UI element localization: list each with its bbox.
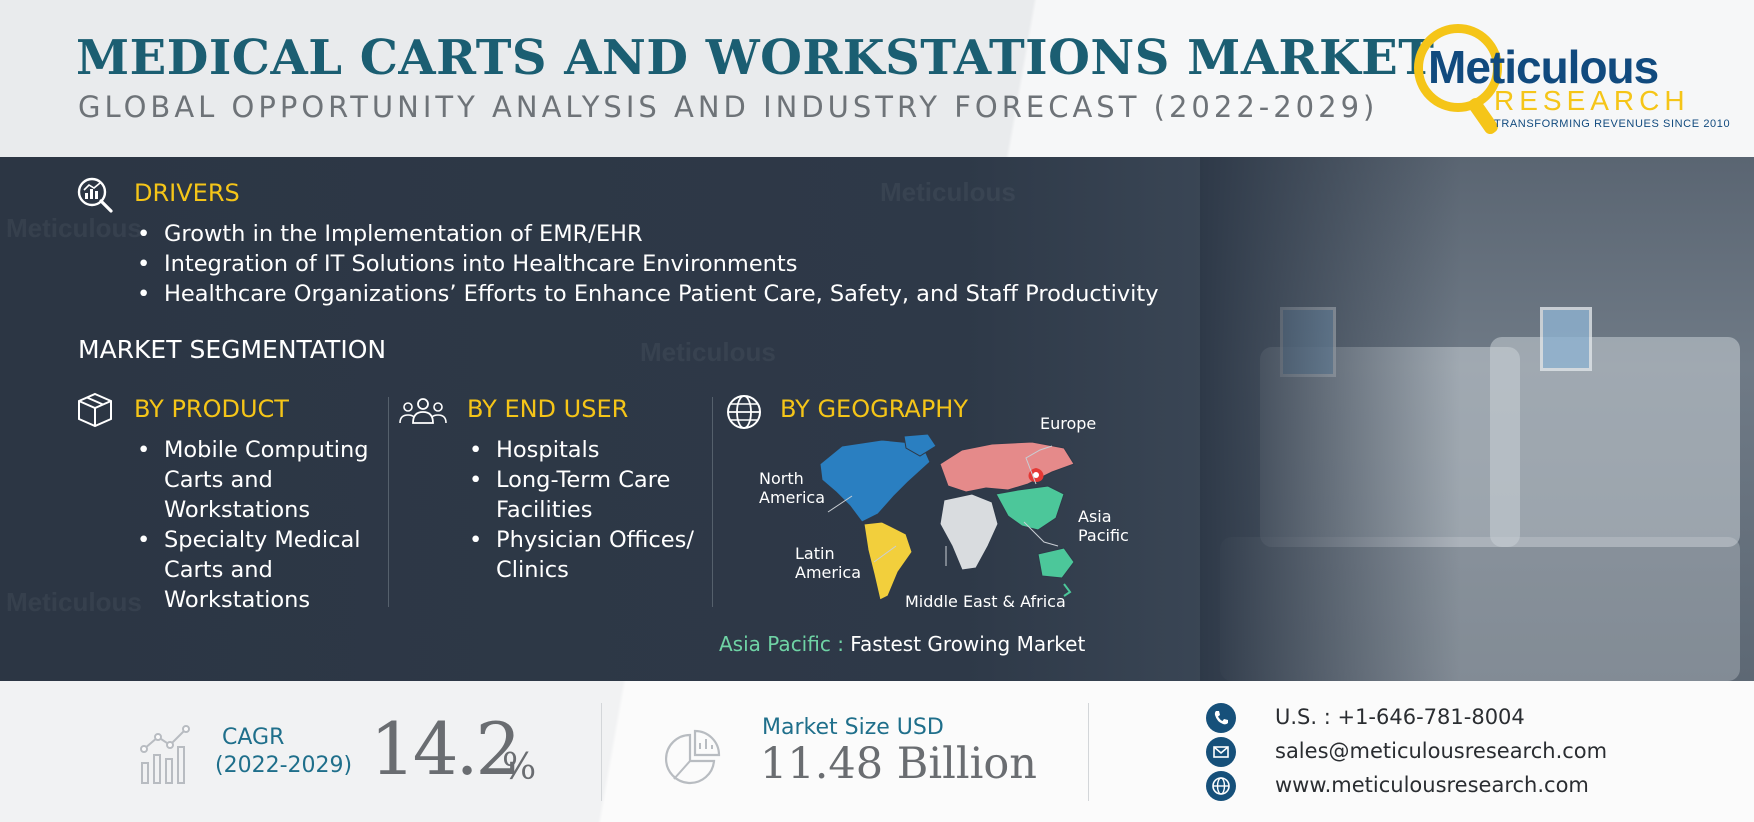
europe-label: Europe [1040, 414, 1097, 433]
list-item: Growth in the Implementation of EMR/EHR [134, 219, 1194, 249]
by-geography-heading: BY GEOGRAPHY [780, 395, 968, 423]
box-icon [78, 392, 112, 428]
by-product-heading: BY PRODUCT [134, 395, 289, 423]
list-item: Long-Term Care Facilities [466, 465, 716, 525]
infographic: MEDICAL CARTS AND WORKSTATIONS MARKET GL… [0, 0, 1754, 822]
people-icon [399, 398, 447, 424]
list-item: Healthcare Organizations’ Efforts to Enh… [134, 279, 1194, 309]
north-america-label: North America [759, 469, 825, 507]
mea-label: Middle East & Africa [905, 592, 1066, 611]
latin-america-label: Latin America [795, 544, 861, 582]
contact-phone[interactable]: U.S. : +1-646-781-8004 [1275, 705, 1525, 729]
cagr-value: 14.2 [370, 707, 521, 791]
market-size-value: 11.48 Billion [760, 739, 1037, 789]
page-title: MEDICAL CARTS AND WORKSTATIONS MARKET [76, 30, 1435, 86]
page-subtitle: GLOBAL OPPORTUNITY ANALYSIS AND INDUSTRY… [78, 90, 1379, 124]
map-oceania [1037, 547, 1075, 579]
logo-research: RESEARCH [1494, 85, 1690, 116]
website-globe-icon [1206, 771, 1236, 801]
pie-chart-icon [665, 729, 721, 785]
segmentation-title: MARKET SEGMENTATION [78, 335, 387, 364]
map-asia-pacific [995, 485, 1065, 531]
logo-tagline: TRANSFORMING REVENUES SINCE 2010 [1494, 118, 1731, 130]
phone-icon [1206, 703, 1236, 733]
list-item: Physician Offices/ Clinics [466, 525, 716, 585]
globe-icon [727, 395, 761, 429]
growth-chart-icon [140, 725, 190, 784]
header: MEDICAL CARTS AND WORKSTATIONS MARKET GL… [0, 0, 1754, 157]
list-item: Integration of IT Solutions into Healthc… [134, 249, 1194, 279]
asia-pacific-label: Asia Pacific [1078, 507, 1129, 545]
background-photo [1200, 157, 1754, 681]
contact-email[interactable]: sales@meticulousresearch.com [1275, 739, 1607, 763]
cagr-label: CAGR [222, 725, 285, 750]
map-mea [939, 493, 999, 571]
fastest-text: Fastest Growing Market [850, 632, 1086, 656]
end-user-list: Hospitals Long-Term Care Facilities Phys… [466, 435, 716, 585]
footer: CAGR (2022-2029) 14.2 % Market Size USD … [0, 681, 1754, 822]
analytics-magnifier-icon [77, 177, 113, 213]
list-item: Specialty Medical Carts and Workstations [134, 525, 396, 615]
drivers-heading: DRIVERS [134, 179, 240, 207]
divider [388, 397, 389, 607]
cagr-unit: % [502, 747, 537, 788]
list-item: Hospitals [466, 435, 716, 465]
product-list: Mobile Computing Carts and Workstations … [134, 435, 396, 615]
content-band: Meticulous Meticulous Meticulous Meticul… [0, 157, 1754, 681]
divider [1088, 703, 1089, 801]
map-europe [939, 441, 1075, 493]
market-size-label: Market Size USD [762, 715, 944, 740]
fastest-region: Asia Pacific : [719, 632, 844, 656]
list-item: Mobile Computing Carts and Workstations [134, 435, 396, 525]
by-end-user-heading: BY END USER [467, 395, 629, 423]
fastest-growing-market: Asia Pacific : Fastest Growing Market [719, 632, 1085, 656]
divider [601, 703, 602, 801]
drivers-list: Growth in the Implementation of EMR/EHR … [134, 219, 1194, 309]
meticulous-research-logo[interactable]: Meticulous RESEARCH TRANSFORMING REVENUE… [1414, 22, 1730, 137]
divider [712, 397, 713, 607]
cagr-years: (2022-2029) [215, 753, 353, 778]
email-icon [1206, 737, 1236, 767]
contact-website[interactable]: www.meticulousresearch.com [1275, 773, 1589, 797]
